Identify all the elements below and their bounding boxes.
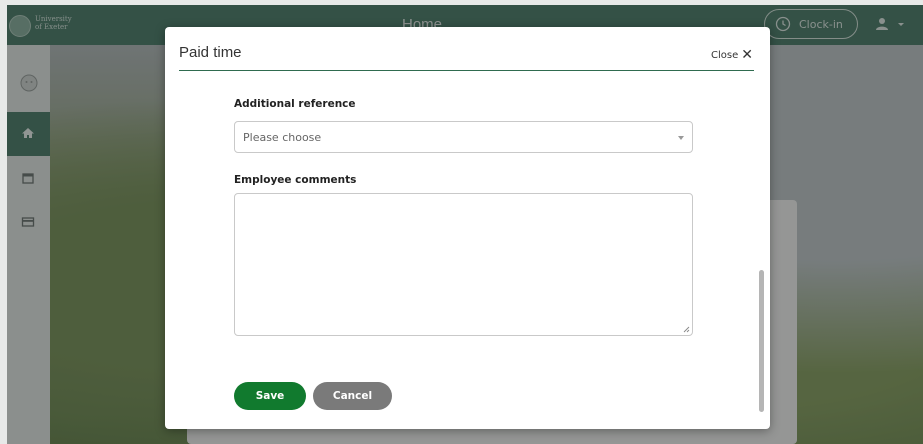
save-button[interactable]: Save [234, 382, 306, 410]
employee-comments-label: Employee comments [234, 174, 357, 186]
resize-grip-icon[interactable] [683, 326, 690, 333]
close-icon: ✕ [741, 47, 753, 63]
close-button[interactable]: Close ✕ [711, 47, 753, 63]
employee-comments-textarea[interactable] [234, 193, 693, 336]
cancel-button[interactable]: Cancel [313, 382, 392, 410]
additional-reference-select[interactable]: Please choose [234, 121, 693, 153]
paid-time-dialog: Paid time Close ✕ Additional reference Pl… [165, 27, 770, 429]
additional-reference-label: Additional reference [234, 98, 356, 110]
select-placeholder: Please choose [243, 131, 322, 144]
scrollbar-thumb[interactable] [759, 270, 764, 412]
chevron-down-icon [678, 136, 684, 140]
close-label: Close [711, 50, 739, 61]
dialog-title: Paid time [179, 44, 242, 61]
title-divider [179, 70, 754, 71]
